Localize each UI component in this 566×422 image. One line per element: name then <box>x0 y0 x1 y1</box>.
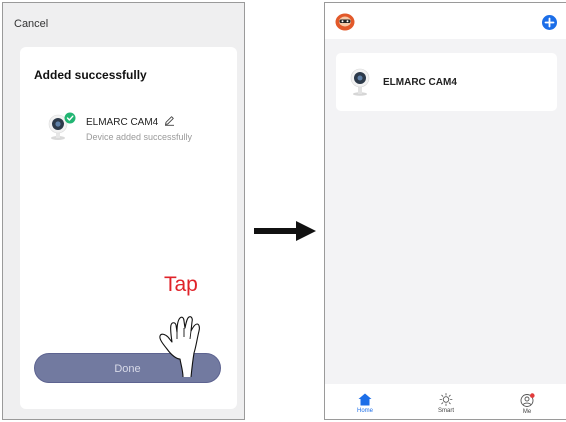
home-screen: ELMARC CAM4 Home Smart Me <box>324 2 566 420</box>
header <box>325 3 566 39</box>
device-name-row: ELMARC CAM4 <box>86 115 175 128</box>
notification-dot <box>529 393 535 398</box>
arrow-right-icon <box>254 221 316 241</box>
device-card[interactable]: ELMARC CAM4 <box>336 53 557 111</box>
pointing-hand-icon <box>159 316 200 378</box>
sun-icon <box>439 393 453 406</box>
tab-smart[interactable]: Smart <box>426 384 466 419</box>
plus-icon <box>544 17 555 28</box>
tab-me[interactable]: Me <box>507 384 547 419</box>
camera-icon <box>48 112 76 140</box>
camera-icon <box>350 68 370 96</box>
pencil-icon[interactable] <box>164 115 175 126</box>
tab-label: Smart <box>437 408 454 414</box>
avatar[interactable] <box>335 13 355 31</box>
tab-label: Me <box>522 409 532 415</box>
tap-label: Tap <box>164 273 198 296</box>
tab-home[interactable]: Home <box>345 384 385 419</box>
add-device-button[interactable] <box>542 15 557 30</box>
cancel-button[interactable]: Cancel <box>14 18 48 30</box>
home-icon <box>358 393 372 406</box>
device-status: Device added successfully <box>86 132 193 142</box>
device-name: ELMARC CAM4 <box>86 117 159 128</box>
device-name: ELMARC CAM4 <box>383 77 457 88</box>
card-title: Added successfully <box>34 68 147 82</box>
add-device-screen: Cancel Added successfully ELMARC CAM4 De… <box>2 2 245 420</box>
tab-bar: Home Smart Me <box>325 384 566 419</box>
tab-label: Home <box>356 408 373 414</box>
user-icon <box>520 393 535 407</box>
check-badge-icon <box>64 112 76 124</box>
